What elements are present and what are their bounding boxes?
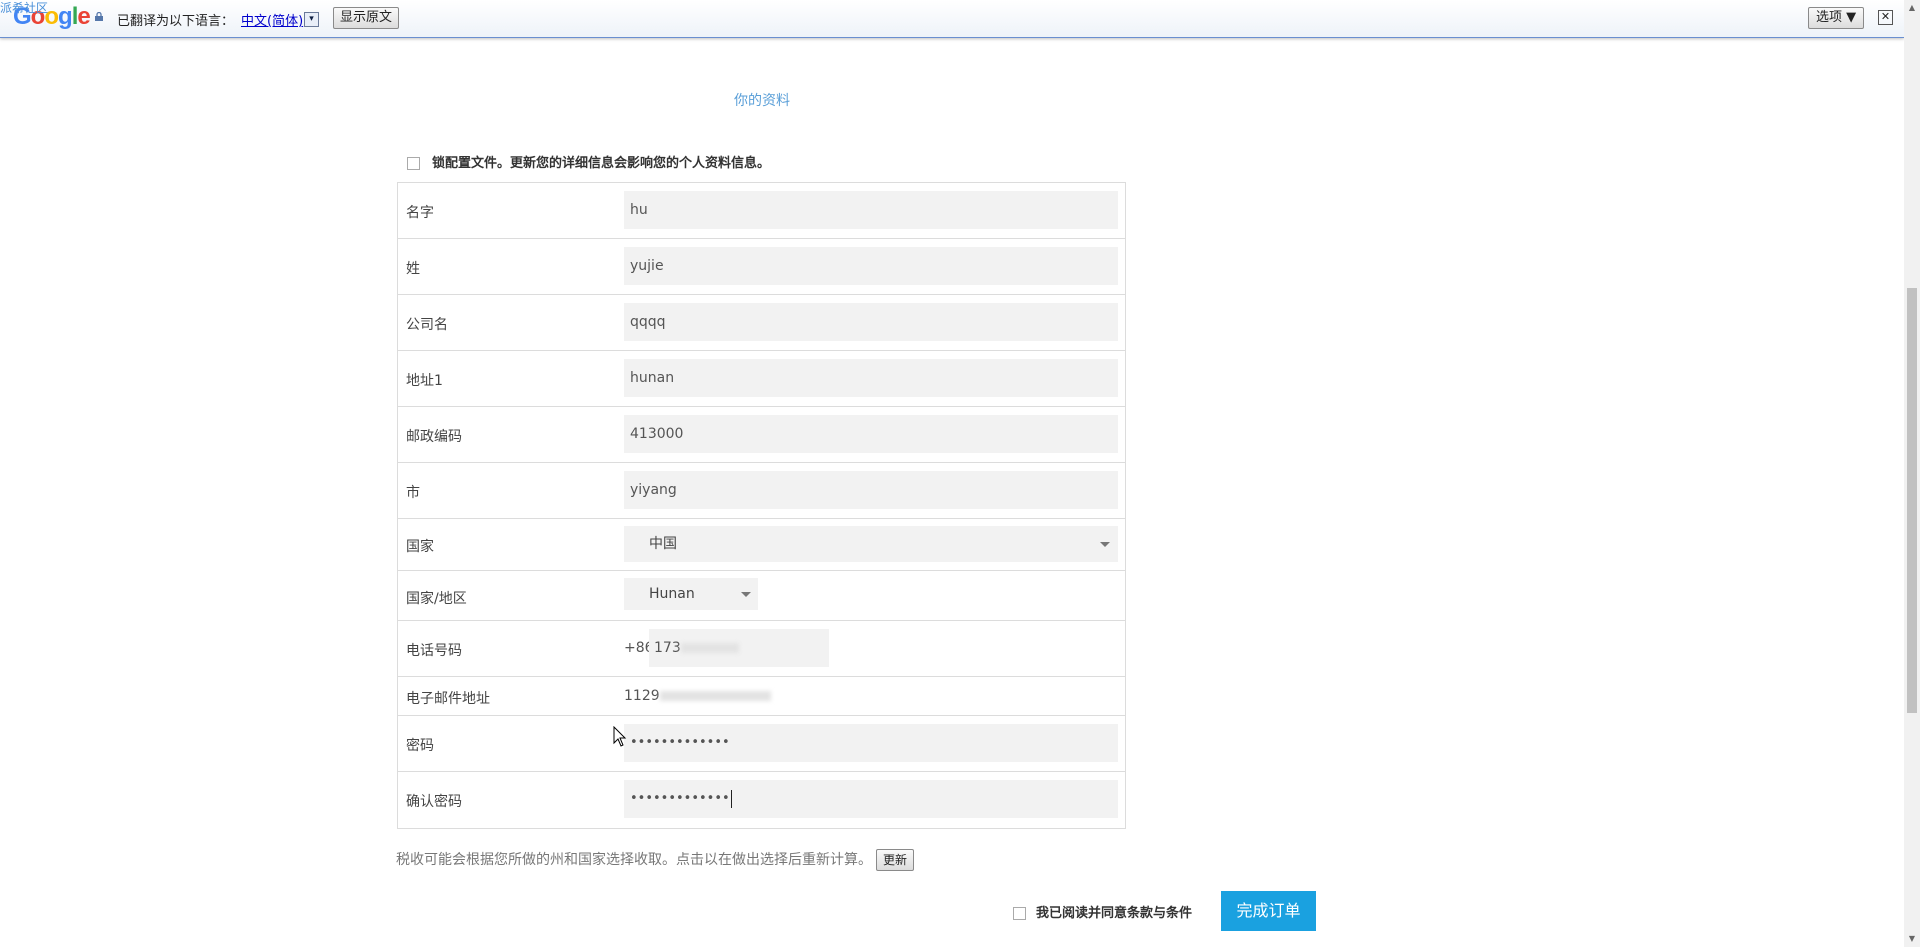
row-postcode: 邮政编码 413000 bbox=[398, 407, 1125, 463]
row-last-name: 姓 yujie bbox=[398, 239, 1125, 295]
tax-note-text: 税收可能会根据您所做的州和国家选择收取。点击以在做出选择后重新计算。 bbox=[396, 852, 872, 868]
last-name-label: 姓 bbox=[406, 261, 420, 277]
mouse-pointer-icon bbox=[613, 726, 627, 747]
confirm-password-value: ••••••••••••• bbox=[630, 791, 730, 806]
profile-form: 名字 hu 姓 yujie 公司名 qqqq 地址1 hunan 邮政编码 41… bbox=[397, 182, 1126, 829]
email-value-wrap: 1129 bbox=[624, 688, 771, 704]
password-label: 密码 bbox=[406, 738, 434, 754]
redacted-mask bbox=[680, 643, 739, 653]
lock-profile-checkbox[interactable] bbox=[407, 157, 420, 170]
row-city: 市 yiyang bbox=[398, 463, 1125, 519]
postcode-input[interactable]: 413000 bbox=[624, 415, 1118, 453]
region-label: 国家/地区 bbox=[406, 591, 467, 607]
scroll-thumb[interactable] bbox=[1907, 288, 1917, 713]
complete-order-button[interactable]: 完成订单 bbox=[1221, 891, 1316, 931]
agree-terms-label: 我已阅读并同意条款与条件 bbox=[1036, 906, 1193, 921]
lock-profile-label: 锁配置文件。更新您的详细信息会影响您的个人资料信息。 bbox=[432, 156, 771, 171]
last-name-input[interactable]: yujie bbox=[624, 247, 1118, 285]
password-input[interactable]: ••••••••••••• bbox=[624, 724, 1118, 762]
country-select-value: 中国 bbox=[649, 536, 677, 552]
scroll-down-arrow-icon[interactable]: ▼ bbox=[1904, 931, 1920, 947]
country-label: 国家 bbox=[406, 539, 434, 555]
agree-terms-checkbox[interactable] bbox=[1013, 907, 1026, 920]
row-password: 密码 ••••••••••••• bbox=[398, 716, 1125, 772]
phone-value: 173 bbox=[654, 640, 681, 656]
lock-icon bbox=[95, 12, 103, 21]
language-dropdown-icon[interactable]: ▾ bbox=[304, 12, 319, 27]
region-select-value: Hunan bbox=[649, 586, 695, 602]
address1-label: 地址1 bbox=[406, 373, 443, 389]
translate-bar: Google 派希社区 已翻译为以下语言： 中文(简体) ▾ 显示原文 选项 ▼… bbox=[0, 0, 1904, 38]
first-name-label: 名字 bbox=[406, 205, 434, 221]
row-region: 国家/地区 Hunan bbox=[398, 571, 1125, 621]
tax-note: 税收可能会根据您所做的州和国家选择收取。点击以在做出选择后重新计算。 更新 bbox=[396, 849, 915, 871]
lock-profile-option[interactable]: 锁配置文件。更新您的详细信息会影响您的个人资料信息。 bbox=[407, 152, 770, 171]
options-button[interactable]: 选项 ▼ bbox=[1808, 7, 1865, 29]
overlay-link[interactable]: 派希社区 bbox=[0, 0, 48, 16]
address1-input[interactable]: hunan bbox=[624, 359, 1118, 397]
region-select[interactable]: Hunan bbox=[624, 578, 758, 610]
chevron-down-icon bbox=[741, 592, 751, 597]
postcode-label: 邮政编码 bbox=[406, 429, 462, 445]
redacted-mask bbox=[659, 691, 771, 701]
scroll-up-arrow-icon[interactable]: ▲ bbox=[1904, 0, 1920, 16]
language-link[interactable]: 中文(简体) bbox=[241, 10, 303, 29]
row-confirm-password: 确认密码 ••••••••••••• bbox=[398, 772, 1125, 828]
text-cursor bbox=[730, 789, 732, 808]
section-title: 你的资料 bbox=[734, 93, 790, 109]
row-phone: 电话号码 +86 173 bbox=[398, 621, 1125, 677]
city-label: 市 bbox=[406, 485, 420, 501]
row-company: 公司名 qqqq bbox=[398, 295, 1125, 351]
email-value: 1129 bbox=[624, 688, 660, 704]
confirm-password-input[interactable]: ••••••••••••• bbox=[624, 780, 1118, 818]
row-email: 电子邮件地址 1129 bbox=[398, 677, 1125, 716]
row-first-name: 名字 hu bbox=[398, 183, 1125, 239]
page-scrollbar[interactable]: ▲ ▼ bbox=[1904, 0, 1920, 947]
country-select[interactable]: 中国 bbox=[624, 526, 1118, 562]
row-country: 国家 中国 bbox=[398, 519, 1125, 571]
show-original-button[interactable]: 显示原文 bbox=[333, 7, 400, 29]
first-name-input[interactable]: hu bbox=[624, 191, 1118, 229]
chevron-down-icon bbox=[1100, 542, 1110, 547]
agree-terms-option[interactable]: 我已阅读并同意条款与条件 bbox=[1013, 902, 1192, 921]
city-input[interactable]: yiyang bbox=[624, 471, 1118, 509]
update-button[interactable]: 更新 bbox=[876, 849, 915, 871]
company-label: 公司名 bbox=[406, 317, 448, 333]
confirm-password-label: 确认密码 bbox=[406, 794, 462, 810]
phone-label: 电话号码 bbox=[406, 643, 462, 659]
email-label: 电子邮件地址 bbox=[406, 691, 490, 707]
company-input[interactable]: qqqq bbox=[624, 303, 1118, 341]
close-icon[interactable]: ✕ bbox=[1878, 10, 1893, 25]
row-address1: 地址1 hunan bbox=[398, 351, 1125, 407]
translated-to-text: 已翻译为以下语言： bbox=[117, 14, 235, 29]
phone-input[interactable]: 173 bbox=[649, 629, 829, 667]
